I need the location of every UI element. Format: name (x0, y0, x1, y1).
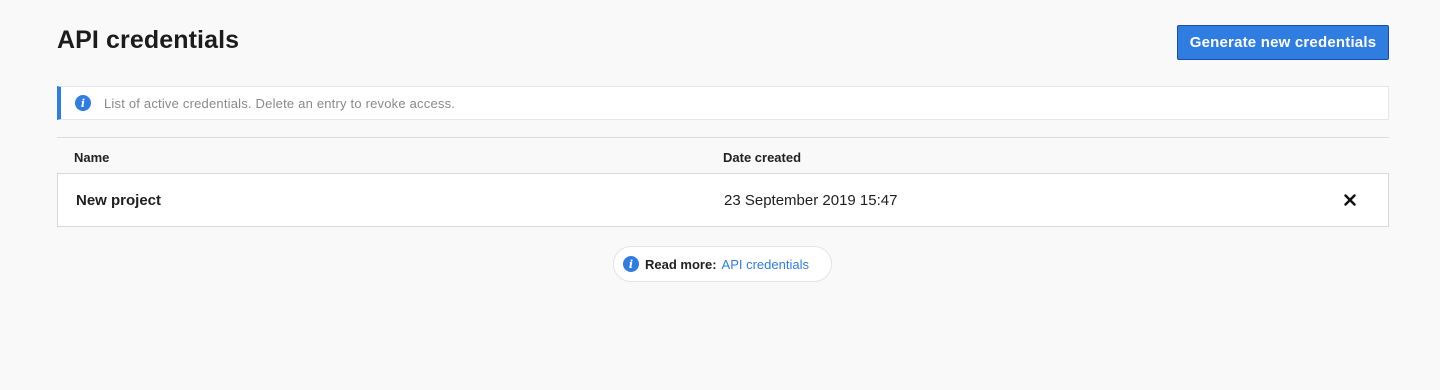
info-banner-text: List of active credentials. Delete an en… (104, 95, 456, 111)
column-header-date-created: Date created (723, 150, 802, 165)
info-icon: i (75, 95, 91, 111)
page-title: API credentials (57, 26, 240, 54)
generate-credentials-button[interactable]: Generate new credentials (1177, 25, 1389, 60)
column-header-name: Name (74, 150, 110, 165)
credential-name: New project (76, 192, 162, 209)
info-banner: i List of active credentials. Delete an … (57, 86, 1389, 120)
table-divider (57, 137, 1389, 138)
info-icon: i (623, 256, 639, 272)
api-credentials-page: API credentials Generate new credentials… (0, 0, 1440, 390)
read-more-label: Read more: (645, 256, 717, 272)
credential-date-created: 23 September 2019 15:47 (724, 192, 898, 209)
read-more-pill: i Read more: API credentials (613, 246, 832, 282)
close-icon (1344, 194, 1356, 206)
table-row: New project 23 September 2019 15:47 (57, 173, 1389, 227)
delete-credential-button[interactable] (1340, 190, 1360, 210)
api-credentials-docs-link[interactable]: API credentials (722, 257, 809, 272)
